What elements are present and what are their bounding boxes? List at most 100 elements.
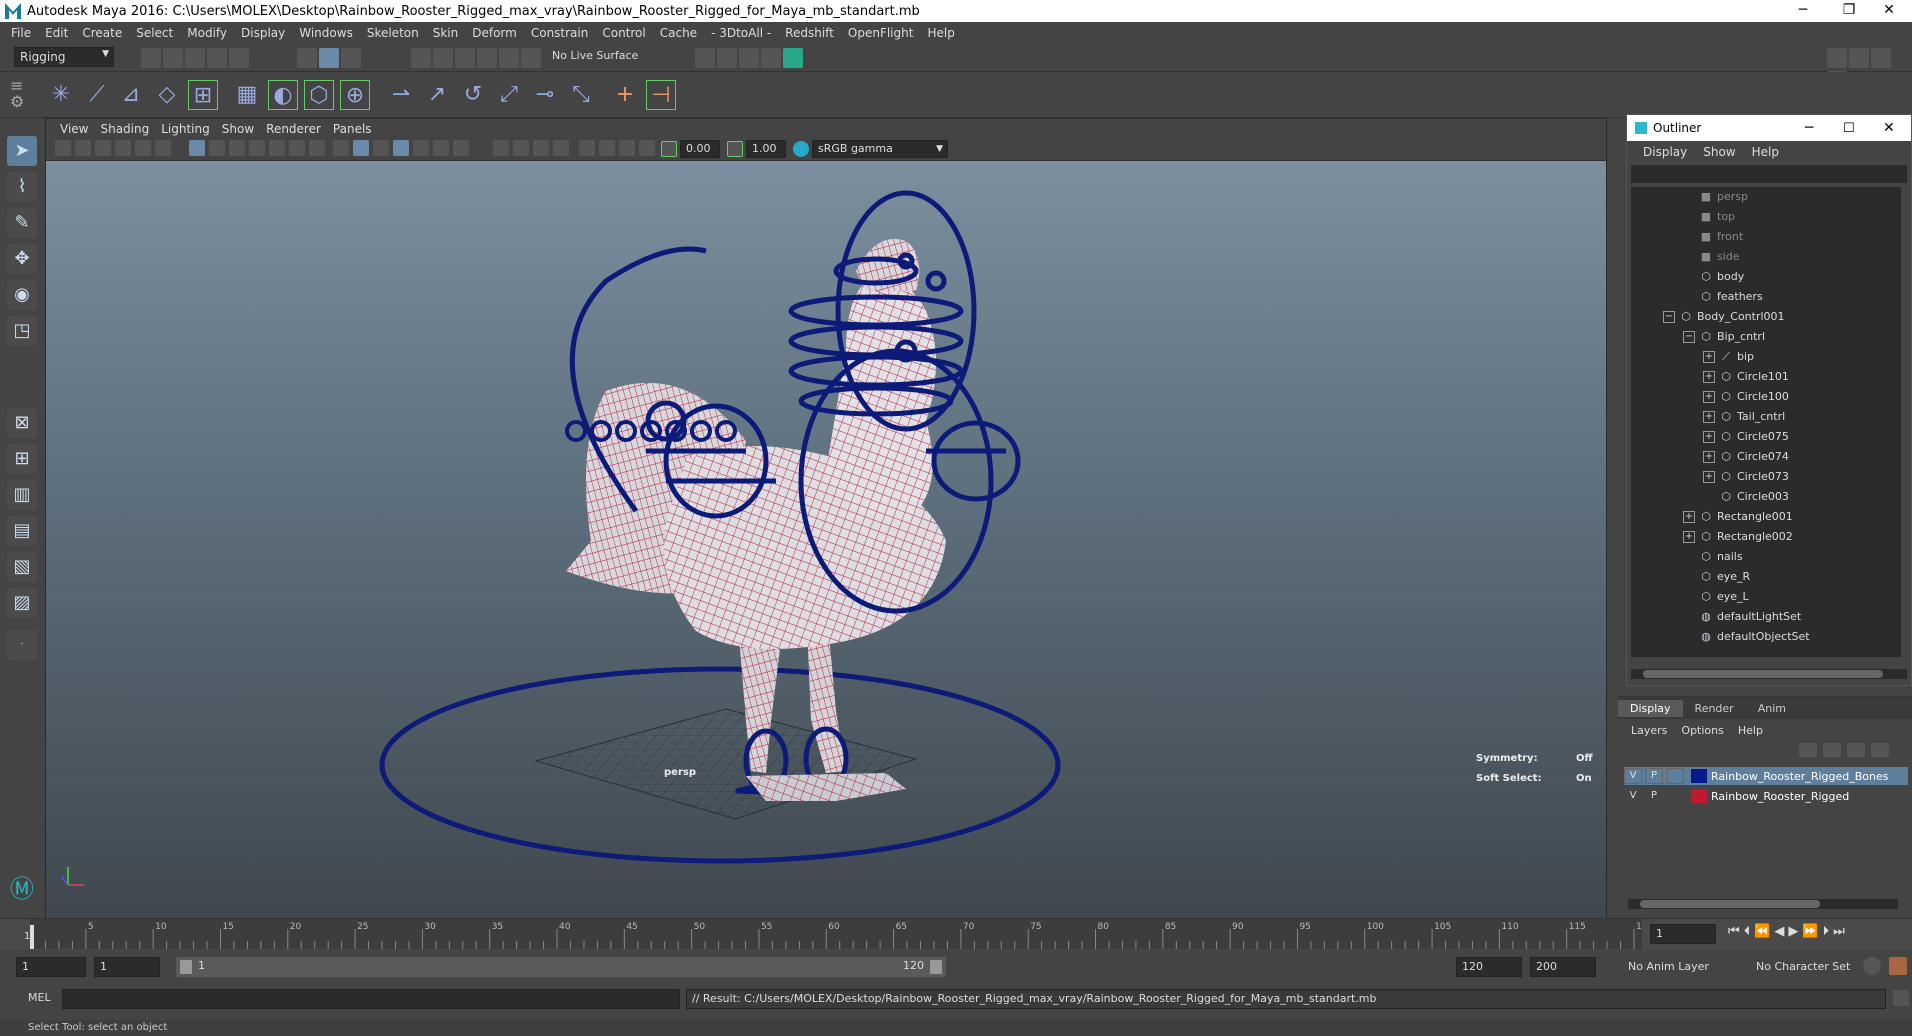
menu-control[interactable]: Control <box>595 26 652 40</box>
single-perspective-icon[interactable]: ⊠ <box>7 408 37 438</box>
outliner-maximize-button[interactable]: ☐ <box>1843 121 1855 136</box>
collapse-icon[interactable]: − <box>1683 331 1695 343</box>
cluster-icon[interactable]: ◐ <box>268 80 298 110</box>
outliner-layout-icon[interactable]: ▨ <box>7 588 37 618</box>
outliner-item[interactable]: + ⬡ Circle074 <box>1631 447 1901 467</box>
outliner-item[interactable]: ⬡ feathers <box>1631 287 1901 307</box>
character-set-dropdown[interactable]: No Character Set <box>1756 960 1850 973</box>
scale-tool-icon[interactable]: ◳ <box>7 316 37 346</box>
outliner-item[interactable]: ■ side <box>1631 247 1901 267</box>
camera-attributes-icon[interactable] <box>75 140 91 156</box>
anti-aliasing-icon[interactable] <box>533 140 549 156</box>
outliner-item[interactable]: + ⬡ Tail_cntrl <box>1631 407 1901 427</box>
new-scene-icon[interactable] <box>141 48 161 68</box>
image-plane-icon[interactable] <box>115 140 131 156</box>
outliner-search-input[interactable] <box>1631 165 1907 183</box>
timeline-track[interactable]: 5 10 15 20 25 30 35 40 45 50 55 60 65 70 75 80 85 90 95 100… <box>30 919 1653 949</box>
outliner-hscrollbar[interactable] <box>1631 669 1907 679</box>
magnet-icon[interactable] <box>521 48 541 68</box>
layer-color-swatch[interactable] <box>1691 789 1707 803</box>
color-management-icon[interactable] <box>793 141 809 157</box>
animation-end-field[interactable]: 200 <box>1530 957 1596 977</box>
outliner-item[interactable]: ⬡ eye_L <box>1631 587 1901 607</box>
layer-display-type[interactable] <box>1666 788 1684 804</box>
menu-3dtoall[interactable]: - 3DtoAll - <box>704 26 778 40</box>
layer-display-type[interactable] <box>1666 768 1684 784</box>
menu-edit[interactable]: Edit <box>38 26 75 40</box>
minimize-button[interactable]: ─ <box>1780 0 1826 22</box>
snap-point-icon[interactable] <box>455 48 475 68</box>
field-chart-icon[interactable] <box>269 140 285 156</box>
layer-hscrollbar[interactable] <box>1628 899 1898 909</box>
live-surface-label[interactable]: No Live Surface <box>552 49 638 62</box>
xray-icon[interactable] <box>599 140 615 156</box>
pole-vector-icon[interactable]: ⤡ <box>566 80 596 110</box>
save-scene-icon[interactable] <box>185 48 205 68</box>
exposure-field[interactable]: 0.00 <box>680 140 720 158</box>
ik-spline-icon[interactable]: ⊿ <box>116 80 146 110</box>
outliner-item[interactable]: ◍ defaultObjectSet <box>1631 627 1901 647</box>
motion-blur-icon[interactable] <box>513 140 529 156</box>
play-forward-icon[interactable]: ▶ <box>1788 924 1798 939</box>
outliner-item[interactable]: ⬡ nails <box>1631 547 1901 567</box>
menu-create[interactable]: Create <box>75 26 129 40</box>
menu-file[interactable]: File <box>4 26 38 40</box>
render-settings-icon[interactable] <box>739 48 759 68</box>
playback-end-field[interactable]: 120 <box>1456 957 1522 977</box>
bind-skin-icon[interactable]: ⊞ <box>188 80 218 110</box>
expand-icon[interactable]: + <box>1703 451 1715 463</box>
wireframe-on-shaded-icon[interactable] <box>393 140 409 156</box>
menu-display[interactable]: Display <box>234 26 292 40</box>
isolate-select-icon[interactable] <box>579 140 595 156</box>
layer-visibility-toggle[interactable]: V <box>1624 768 1642 784</box>
new-layer-selected-icon[interactable] <box>1871 743 1889 757</box>
film-gate-icon[interactable] <box>209 140 225 156</box>
select-by-hierarchy-icon[interactable] <box>297 48 317 68</box>
xray-joints-icon[interactable] <box>619 140 635 156</box>
layer-visibility-toggle[interactable]: V <box>1624 788 1642 804</box>
outliner-item[interactable]: + ⬡ Circle075 <box>1631 427 1901 447</box>
smooth-shade-icon[interactable] <box>353 140 369 156</box>
close-button[interactable]: ✕ <box>1866 0 1912 22</box>
2d-pan-icon[interactable] <box>135 140 151 156</box>
attribute-editor-icon[interactable] <box>1849 48 1869 68</box>
animation-start-field[interactable]: 1 <box>16 957 86 977</box>
lasso-tool-icon[interactable]: ⌇ <box>7 172 37 202</box>
outliner-minimize-button[interactable]: ─ <box>1805 120 1813 136</box>
ik-handle-icon[interactable]: ⟋ <box>82 80 112 110</box>
scale-constraint-icon[interactable]: ⤢ <box>494 80 524 110</box>
ambient-occlusion-icon[interactable] <box>493 140 509 156</box>
colorspace-dropdown[interactable]: sRGB gamma ▼ <box>812 140 948 158</box>
persp-graph-icon[interactable]: ▤ <box>7 516 37 546</box>
blend-shape-icon[interactable]: ⊕ <box>340 80 370 110</box>
menu-constrain[interactable]: Constrain <box>524 26 596 40</box>
undo-icon[interactable] <box>207 48 227 68</box>
textured-icon[interactable] <box>413 140 429 156</box>
layer-menu-help[interactable]: Help <box>1731 724 1770 737</box>
move-layer-down-icon[interactable] <box>1823 743 1841 757</box>
gamma-icon[interactable] <box>727 141 743 157</box>
menu-windows[interactable]: Windows <box>292 26 360 40</box>
outliner-item[interactable]: ■ top <box>1631 207 1901 227</box>
range-end-handle[interactable] <box>930 960 942 974</box>
animation-prefs-icon[interactable] <box>1889 957 1907 975</box>
open-scene-icon[interactable] <box>163 48 183 68</box>
outliner-item[interactable]: ■ front <box>1631 227 1901 247</box>
snap-view-icon[interactable] <box>477 48 497 68</box>
current-time-marker[interactable] <box>30 925 34 949</box>
tab-display[interactable]: Display <box>1618 699 1683 717</box>
go-to-end-icon[interactable]: ⏭ <box>1833 924 1845 939</box>
select-tool-icon[interactable]: ➤ <box>7 136 37 166</box>
snap-grid-icon[interactable] <box>411 48 431 68</box>
vp-menu-show[interactable]: Show <box>216 122 260 136</box>
menu-cache[interactable]: Cache <box>653 26 704 40</box>
ol-menu-help[interactable]: Help <box>1744 145 1787 159</box>
anim-layer-dropdown[interactable]: No Anim Layer <box>1628 960 1709 973</box>
custom-layout-icon[interactable]: · <box>7 630 37 660</box>
safe-action-icon[interactable] <box>289 140 305 156</box>
exposure-icon[interactable] <box>661 141 677 157</box>
bookmark-icon[interactable] <box>95 140 111 156</box>
paint-select-icon[interactable]: ✎ <box>7 208 37 238</box>
modeling-toolkit-icon[interactable] <box>1827 48 1847 68</box>
mirror-joint-icon[interactable]: ◇ <box>152 80 182 110</box>
